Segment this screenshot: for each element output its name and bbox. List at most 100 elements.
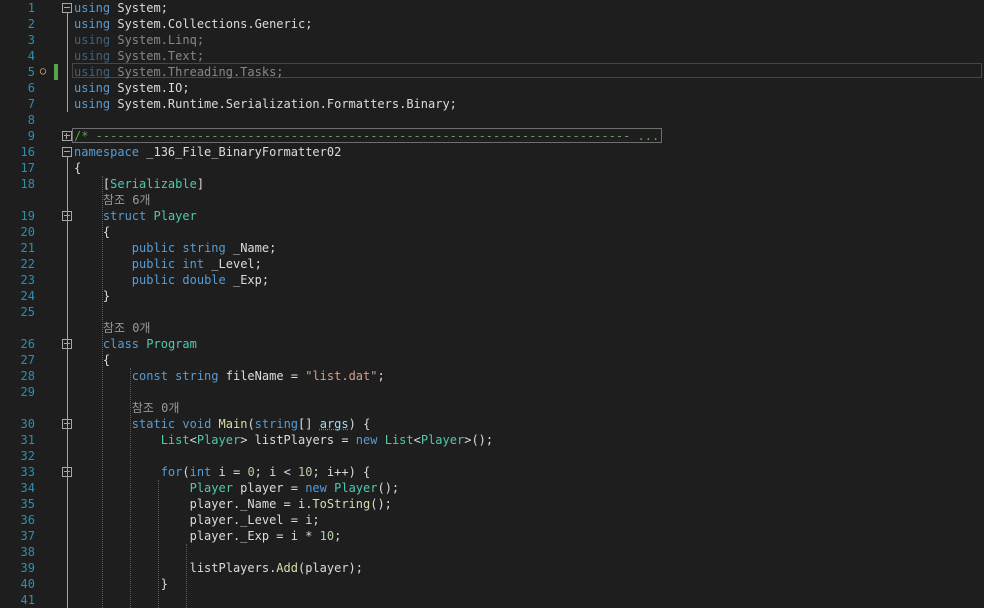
line-number: 40: [20, 577, 35, 591]
code-line[interactable]: 19 struct Player: [0, 208, 984, 224]
line-number: 39: [20, 561, 35, 575]
code-line[interactable]: 16 namespace _136_File_BinaryFormatter02: [0, 144, 984, 160]
line-number: 37: [20, 529, 35, 543]
code-text: namespace _136_File_BinaryFormatter02: [74, 145, 342, 159]
code-line[interactable]: 3 using System.Linq;: [0, 32, 984, 48]
code-text: struct Player: [102, 209, 197, 223]
line-number: 38: [20, 545, 35, 559]
code-line[interactable]: 7 using System.Runtime.Serialization.Form…: [0, 96, 984, 112]
code-line[interactable]: 39 listPlayers.Add(player);: [0, 560, 984, 576]
code-line[interactable]: 40 }: [0, 576, 984, 592]
code-line[interactable]: 5 ◯ using System.Threading.Tasks;: [0, 64, 984, 80]
line-number: 34: [20, 481, 35, 495]
line-number: 30: [20, 417, 35, 431]
code-line[interactable]: 참조 0개: [0, 320, 984, 336]
line-number: 20: [20, 225, 35, 239]
code-text: List<Player> listPlayers = new List<Play…: [160, 433, 494, 447]
line-number: 25: [20, 305, 35, 319]
code-editor[interactable]: 1 using System; 2 using System.Collections.…: [0, 0, 984, 608]
code-text: for(int i = 0; i < 10; i++) {: [160, 465, 371, 479]
indent-guide: [158, 480, 160, 608]
code-line[interactable]: 29: [0, 384, 984, 400]
code-text: player._Level = i;: [74, 513, 320, 527]
code-line[interactable]: 1 using System;: [0, 0, 984, 16]
code-line[interactable]: 31 List<Player> listPlayers = new List<P…: [0, 432, 984, 448]
line-number: 24: [20, 289, 35, 303]
line-number: 17: [20, 161, 35, 175]
code-line[interactable]: 참조 6개: [0, 192, 984, 208]
code-line[interactable]: 18 [Serializable]: [0, 176, 984, 192]
code-line[interactable]: 17 {: [0, 160, 984, 176]
line-number: 4: [27, 49, 35, 63]
line-number: 3: [27, 33, 35, 47]
code-text: {: [74, 161, 82, 175]
line-number: 23: [20, 273, 35, 287]
code-text: player._Exp = i * 10;: [74, 529, 342, 543]
code-line[interactable]: 4 using System.Text;: [0, 48, 984, 64]
code-line[interactable]: 36 player._Level = i;: [0, 512, 984, 528]
indent-guide: [102, 176, 104, 608]
code-line[interactable]: 34 Player player = new Player();: [0, 480, 984, 496]
code-line[interactable]: 22 public int _Level;: [0, 256, 984, 272]
expand-icon[interactable]: [62, 131, 72, 141]
code-line[interactable]: 25: [0, 304, 984, 320]
line-number: 29: [20, 385, 35, 399]
line-number: 31: [20, 433, 35, 447]
code-text: const string fileName = "list.dat";: [131, 369, 385, 383]
code-text: {: [74, 225, 111, 239]
code-line[interactable]: 26 class Program: [0, 336, 984, 352]
code-line[interactable]: 33 for(int i = 0; i < 10; i++) {: [0, 464, 984, 480]
line-number: 5: [27, 65, 35, 79]
line-number: 36: [20, 513, 35, 527]
code-line[interactable]: 8: [0, 112, 984, 128]
code-text: static void Main(string[] args) {: [131, 417, 371, 431]
code-text: class Program: [102, 337, 197, 351]
code-line[interactable]: 28 const string fileName = "list.dat";: [0, 368, 984, 384]
code-line[interactable]: 24 }: [0, 288, 984, 304]
glyph-margin: ◯: [36, 64, 58, 80]
code-line[interactable]: 30 static void Main(string[] args) {: [0, 416, 984, 432]
line-number: 21: [20, 241, 35, 255]
code-text: }: [74, 289, 111, 303]
code-line[interactable]: 23 public double _Exp;: [0, 272, 984, 288]
codelens-reference-count[interactable]: 참조 6개: [74, 192, 151, 208]
code-text: listPlayers.Add(player);: [74, 561, 364, 575]
line-number: 2: [27, 17, 35, 31]
code-text: using System.IO;: [74, 81, 190, 95]
code-line[interactable]: 참조 0개: [0, 400, 984, 416]
line-number: 26: [20, 337, 35, 351]
codelens-reference-count[interactable]: 참조 0개: [74, 320, 151, 336]
code-text: using System.Collections.Generic;: [74, 17, 313, 31]
line-number: 16: [20, 145, 35, 159]
code-line[interactable]: 6 using System.IO;: [0, 80, 984, 96]
code-line[interactable]: 2 using System.Collections.Generic;: [0, 16, 984, 32]
line-number: 8: [27, 113, 35, 127]
code-line[interactable]: 35 player._Name = i.ToString();: [0, 496, 984, 512]
lightbulb-icon[interactable]: ◯: [38, 66, 48, 78]
change-indicator: [54, 64, 58, 80]
code-text: using System;: [74, 1, 168, 15]
code-text: }: [74, 577, 168, 591]
code-line[interactable]: 27 {: [0, 352, 984, 368]
code-text: using System.Threading.Tasks;: [74, 65, 284, 79]
indent-guide: [186, 544, 188, 608]
line-number: 35: [20, 497, 35, 511]
line-number: 22: [20, 257, 35, 271]
code-text: using System.Linq;: [74, 33, 205, 47]
code-text: /* -------------------------------------…: [74, 129, 660, 143]
code-line[interactable]: 37 player._Exp = i * 10;: [0, 528, 984, 544]
line-number: 6: [27, 81, 35, 95]
line-number: 33: [20, 465, 35, 479]
code-text: public string _Name;: [131, 241, 277, 255]
codelens-reference-count[interactable]: 참조 0개: [74, 400, 180, 416]
code-line[interactable]: 9 /* ------------------------------------…: [0, 128, 984, 144]
code-line[interactable]: 21 public string _Name;: [0, 240, 984, 256]
code-line[interactable]: 41: [0, 592, 984, 608]
code-line[interactable]: 32: [0, 448, 984, 464]
indent-guide: [130, 368, 132, 608]
line-number: 19: [20, 209, 35, 223]
code-text: player._Name = i.ToString();: [74, 497, 392, 511]
code-line[interactable]: 20 {: [0, 224, 984, 240]
line-number: 9: [27, 129, 35, 143]
code-line[interactable]: 38: [0, 544, 984, 560]
